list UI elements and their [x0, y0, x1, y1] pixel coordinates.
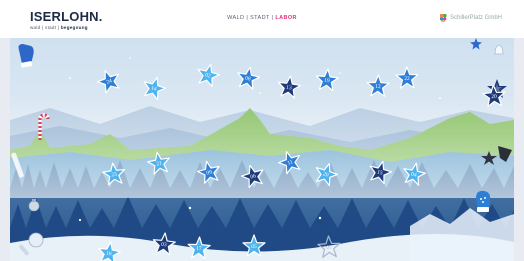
calendar-door-star[interactable]: 13	[275, 73, 302, 100]
calendar-door-star[interactable]: 23	[101, 161, 128, 188]
logo-tagline-prefix: wald | stadt |	[30, 25, 61, 30]
nav-text: WALD | STADT |	[227, 15, 276, 21]
ski-icon	[11, 152, 24, 178]
door-number: 22	[404, 75, 410, 82]
calendar-door-star[interactable]: 21	[145, 149, 173, 177]
door-number: 23	[110, 171, 118, 178]
rattle-icon	[19, 232, 44, 256]
schillerplatz-dots-icon	[439, 14, 448, 22]
calendar-door-star[interactable]: 20	[481, 83, 507, 109]
door-number: 12	[375, 83, 381, 90]
calendar-door-star[interactable]: 19	[314, 67, 340, 93]
door-number: 13	[285, 84, 293, 91]
logo-tagline: wald | stadt | begegnung	[30, 25, 88, 30]
landscape-background	[10, 38, 514, 261]
calendar-door-star[interactable]: 08	[234, 64, 262, 92]
dark-ornament-icon	[498, 146, 512, 162]
calendar-door-star[interactable]: 22	[395, 66, 419, 90]
calendar-door-star[interactable]: 17	[186, 235, 211, 260]
brand-right-text: SchillerPlatz GmbH	[449, 15, 502, 21]
calendar-door-star[interactable]: 04	[400, 160, 428, 188]
site-header: ISERLOHN. wald | stadt | begegnung WALD …	[0, 0, 524, 38]
winter-landscape-scene: 24 14 02 08 13 19 12 22 20 23 21 09 06 11 20 15 04 18 03 17…	[10, 38, 514, 261]
door-number: 05	[251, 243, 257, 250]
mitten-right-icon	[476, 190, 491, 212]
calendar-door-star[interactable]: 18	[95, 239, 122, 261]
small-star-icon	[470, 38, 482, 50]
door-number: 21	[155, 160, 163, 167]
calendar-door-star[interactable]: 07	[316, 234, 341, 259]
door-number: 04	[410, 170, 418, 178]
candy-cane-icon	[38, 113, 50, 140]
door-number: 19	[323, 77, 330, 84]
dark-star-ornament-icon	[481, 151, 497, 165]
calendar-door-star[interactable]: 03	[151, 231, 177, 257]
calendar-door-star[interactable]: 12	[366, 74, 391, 99]
bauble-icon	[28, 199, 40, 212]
door-number: 20	[491, 93, 497, 100]
door-number: 03	[160, 241, 167, 248]
door-number: 07	[326, 244, 332, 251]
door-number: 18	[105, 250, 113, 257]
door-number: 17	[196, 245, 202, 252]
advent-calendar-page: ISERLOHN. wald | stadt | begegnung WALD …	[0, 0, 524, 261]
nav-accent: LABOR	[275, 15, 297, 21]
schillerplatz-logo[interactable]: SchillerPlatz GmbH	[439, 14, 502, 22]
door-number: 08	[244, 75, 252, 82]
hanging-bell-icon	[494, 44, 504, 55]
calendar-door-star[interactable]: 05	[242, 234, 266, 258]
logo-tagline-bold: begegnung	[60, 25, 88, 30]
mitten-icon	[18, 44, 34, 68]
